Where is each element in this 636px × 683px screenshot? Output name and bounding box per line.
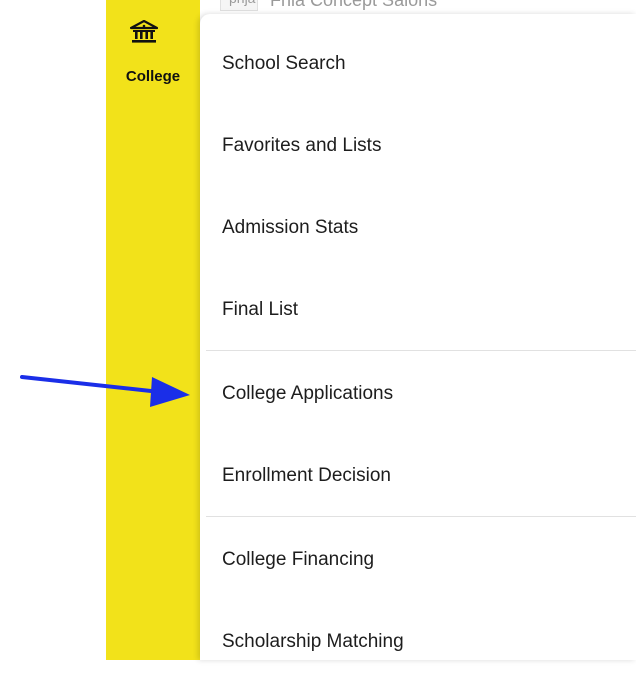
menu-item-college-applications[interactable]: College Applications	[222, 383, 393, 405]
menu-divider	[206, 516, 636, 517]
menu-divider	[206, 350, 636, 351]
menu-item-final-list[interactable]: Final List	[222, 299, 298, 321]
menu-item-enrollment-decision[interactable]: Enrollment Decision	[222, 465, 391, 487]
background-row-code: pnja	[220, 0, 258, 11]
college-section-label[interactable]: College	[108, 68, 198, 85]
menu-item-admission-stats[interactable]: Admission Stats	[222, 217, 358, 239]
college-sidebar[interactable]	[106, 0, 200, 660]
bank-building-icon[interactable]	[130, 20, 158, 44]
background-row-text: Fnia Concept Salons	[270, 0, 438, 10]
background-row-code-text: pnja	[229, 0, 255, 6]
college-dropdown-menu: School Search Favorites and Lists Admiss…	[200, 14, 636, 660]
menu-item-favorites-and-lists[interactable]: Favorites and Lists	[222, 135, 381, 157]
screenshot-stage: pnja Fnia Concept Salons College School …	[0, 0, 636, 683]
menu-item-college-financing[interactable]: College Financing	[222, 549, 374, 571]
menu-item-scholarship-matching[interactable]: Scholarship Matching	[222, 631, 404, 653]
menu-item-school-search[interactable]: School Search	[222, 53, 346, 75]
background-table-row: pnja Fnia Concept Salons	[206, 0, 636, 14]
